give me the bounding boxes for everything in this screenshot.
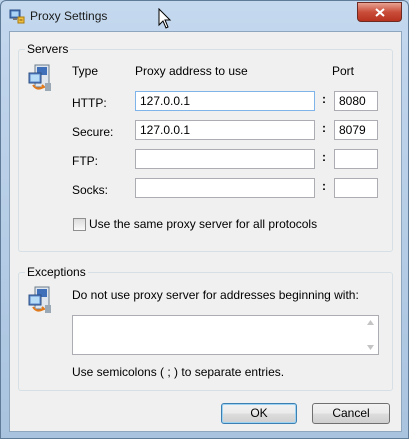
socks-colon: :: [322, 179, 326, 193]
proxy-settings-window: Proxy Settings Servers Type Proxy addres…: [0, 0, 409, 439]
ftp-port-input[interactable]: [334, 149, 378, 169]
ftp-colon: :: [322, 150, 326, 164]
close-icon: [374, 7, 385, 17]
http-colon: :: [322, 92, 326, 106]
servers-group: Servers Type Proxy address to use Port H…: [18, 42, 393, 252]
ok-button[interactable]: OK: [221, 403, 297, 424]
scroll-down-arrow-icon[interactable]: [367, 345, 374, 350]
type-column-header: Type: [72, 64, 99, 78]
title-bar[interactable]: Proxy Settings: [1, 1, 408, 31]
http-port-input[interactable]: [334, 91, 378, 111]
cancel-button[interactable]: Cancel: [312, 403, 390, 424]
socks-address-input[interactable]: [135, 178, 315, 198]
port-column-header: Port: [332, 64, 355, 78]
exceptions-group-label: Exceptions: [25, 265, 88, 279]
same-proxy-checkbox[interactable]: [73, 218, 86, 231]
socks-label: Socks:: [72, 183, 109, 197]
mouse-cursor-icon: [158, 8, 172, 29]
exceptions-group: Exceptions Do not use proxy server for a…: [18, 265, 393, 391]
secure-colon: :: [322, 121, 326, 135]
computer-network-icon: [28, 64, 51, 91]
http-label: HTTP:: [72, 96, 107, 110]
ftp-address-input[interactable]: [135, 149, 315, 169]
socks-port-input[interactable]: [334, 178, 378, 198]
computer-network-icon: [28, 286, 51, 313]
exceptions-scrollbar[interactable]: [364, 316, 378, 354]
dialog-client-area: Servers Type Proxy address to use Port H…: [9, 31, 402, 432]
exceptions-textarea[interactable]: [72, 315, 379, 355]
exceptions-description: Do not use proxy server for addresses be…: [72, 288, 359, 302]
ftp-label: FTP:: [72, 154, 98, 168]
servers-group-label: Servers: [25, 42, 71, 56]
network-settings-icon: [9, 9, 25, 24]
same-proxy-label[interactable]: Use the same proxy server for all protoc…: [89, 217, 317, 231]
exceptions-hint: Use semicolons ( ; ) to separate entries…: [72, 365, 285, 379]
secure-port-input[interactable]: [334, 120, 378, 140]
secure-label: Secure:: [72, 125, 114, 139]
scroll-up-arrow-icon[interactable]: [367, 320, 374, 325]
secure-address-input[interactable]: [135, 120, 315, 140]
window-title: Proxy Settings: [30, 9, 108, 23]
close-button[interactable]: [357, 2, 402, 22]
address-column-header: Proxy address to use: [135, 64, 248, 78]
http-address-input[interactable]: [135, 91, 315, 111]
